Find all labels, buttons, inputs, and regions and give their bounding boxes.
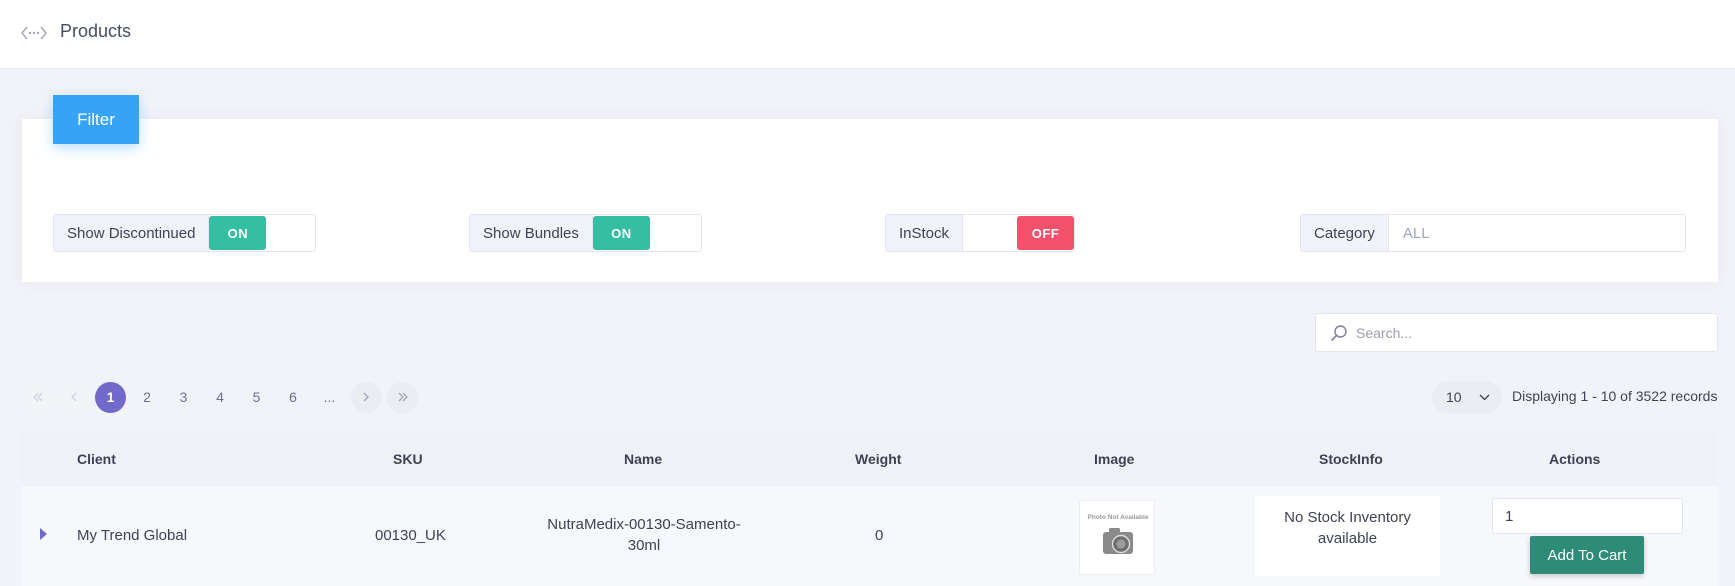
page-size-value: 10: [1446, 389, 1462, 405]
chevron-down-icon: [1479, 394, 1490, 401]
column-header-name[interactable]: Name: [624, 432, 662, 486]
page-title: Products: [60, 21, 132, 41]
show-discontinued-filter: Show Discontinued ON: [53, 214, 316, 252]
double-chevron-left-icon: [32, 392, 42, 402]
stock-info-line-2: available: [1317, 530, 1378, 547]
in-stock-filter: InStock OFF: [885, 214, 1075, 252]
more-pages-button[interactable]: ...: [314, 382, 345, 413]
table-header: Client SKU Name Weight Image StockInfo A…: [22, 432, 1718, 486]
stock-info-line-1: No Stock Inventory: [1284, 509, 1411, 526]
column-header-stockinfo: StockInfo: [1319, 451, 1383, 467]
cell-name-line-2: 30ml: [627, 537, 661, 554]
toggle-on-state: ON: [592, 216, 650, 250]
page-button-3[interactable]: 3: [168, 382, 199, 413]
products-table: Client SKU Name Weight Image StockInfo A…: [22, 432, 1718, 586]
cell-sku: 00130_UK: [375, 527, 446, 544]
column-header-client[interactable]: Client: [77, 432, 116, 486]
filter-panel: [22, 119, 1718, 282]
toggle-on-state: ON: [209, 216, 267, 250]
column-header-weight[interactable]: Weight: [855, 432, 901, 486]
expand-row-icon[interactable]: [40, 528, 47, 540]
top-bar: Products: [0, 0, 1735, 69]
pagination: 1 2 3 4 5 6 ...: [22, 381, 424, 413]
first-page-button[interactable]: [22, 381, 53, 413]
show-bundles-label: Show Bundles: [470, 215, 593, 251]
cell-name: NutraMedix-00130-Samento- 30ml: [544, 514, 744, 556]
next-page-button[interactable]: [350, 381, 382, 413]
category-filter: Category ALL: [1300, 214, 1686, 252]
category-label: Category: [1301, 215, 1389, 251]
page-button-4[interactable]: 4: [205, 382, 236, 413]
last-page-button[interactable]: [387, 381, 418, 413]
photo-not-available-text: Photo Not Available: [1088, 514, 1149, 521]
photo-not-available-image: Photo Not Available: [1088, 514, 1149, 554]
product-thumbnail: Photo Not Available: [1079, 500, 1155, 575]
show-bundles-toggle[interactable]: ON: [592, 215, 701, 251]
column-header-actions: Actions: [1549, 451, 1601, 467]
search-input[interactable]: [1356, 324, 1696, 341]
table-row: My Trend Global 00130_UK NutraMedix-0013…: [22, 486, 1718, 586]
show-bundles-filter: Show Bundles ON: [469, 214, 702, 252]
page-button-6[interactable]: 6: [278, 382, 309, 413]
cell-weight: 0: [875, 527, 884, 544]
page-button-5[interactable]: 5: [241, 382, 272, 413]
search-box: [1315, 313, 1718, 352]
cell-client: My Trend Global: [77, 527, 188, 544]
toggle-off-state: OFF: [1017, 216, 1074, 250]
cell-name-line-1: NutraMedix-00130-Samento-: [547, 516, 741, 533]
in-stock-label: InStock: [886, 215, 964, 251]
add-to-cart-button[interactable]: Add To Cart: [1530, 536, 1644, 574]
double-chevron-right-icon: [398, 392, 408, 402]
show-discontinued-label: Show Discontinued: [54, 215, 210, 251]
filter-tab[interactable]: Filter: [53, 95, 139, 144]
page-button-1[interactable]: 1: [95, 381, 126, 413]
in-stock-toggle[interactable]: OFF: [963, 215, 1074, 251]
column-header-image: Image: [1094, 451, 1135, 467]
page-button-2[interactable]: 2: [132, 382, 163, 413]
show-discontinued-toggle[interactable]: ON: [209, 215, 315, 251]
back-arrow-icon[interactable]: [21, 24, 47, 42]
quantity-input[interactable]: 1: [1492, 498, 1683, 534]
category-select[interactable]: ALL: [1389, 215, 1685, 251]
column-header-sku[interactable]: SKU: [393, 432, 423, 486]
cell-stockinfo: No Stock Inventory available: [1255, 507, 1440, 549]
search-icon: [1330, 324, 1347, 341]
chevron-left-icon: [71, 392, 77, 402]
chevron-right-icon: [363, 392, 369, 402]
prev-page-button[interactable]: [58, 381, 90, 413]
page-size-select[interactable]: 10: [1432, 381, 1502, 413]
records-info: Displaying 1 - 10 of 3522 records: [1512, 388, 1718, 404]
